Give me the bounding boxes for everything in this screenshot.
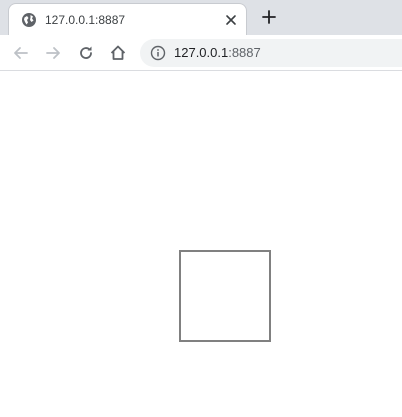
url-text: 127.0.0.1:8887 <box>174 45 261 61</box>
home-icon <box>110 45 126 60</box>
page-content <box>0 71 402 417</box>
browser-window: 127.0.0.1:8887 127.0.0.1:8887 <box>0 0 402 417</box>
new-tab-button[interactable] <box>259 7 279 27</box>
reload-icon <box>80 46 92 59</box>
globe-icon <box>22 13 36 27</box>
info-icon[interactable] <box>150 45 166 61</box>
arrow-right-icon <box>46 47 60 59</box>
home-button[interactable] <box>106 41 130 65</box>
browser-toolbar: 127.0.0.1:8887 <box>0 35 402 71</box>
url-host: 127.0.0.1 <box>174 45 229 60</box>
back-button[interactable] <box>9 41 33 65</box>
browser-tab[interactable]: 127.0.0.1:8887 <box>8 3 247 35</box>
close-icon[interactable] <box>223 12 239 28</box>
tab-title: 127.0.0.1:8887 <box>45 13 126 27</box>
arrow-left-icon <box>14 47 28 59</box>
address-bar[interactable]: 127.0.0.1:8887 <box>140 39 402 67</box>
forward-button[interactable] <box>41 41 65 65</box>
plus-icon <box>262 10 276 24</box>
outlined-square <box>179 250 271 342</box>
url-port: :8887 <box>228 45 261 60</box>
tab-strip: 127.0.0.1:8887 <box>0 0 402 35</box>
reload-button[interactable] <box>74 41 98 65</box>
